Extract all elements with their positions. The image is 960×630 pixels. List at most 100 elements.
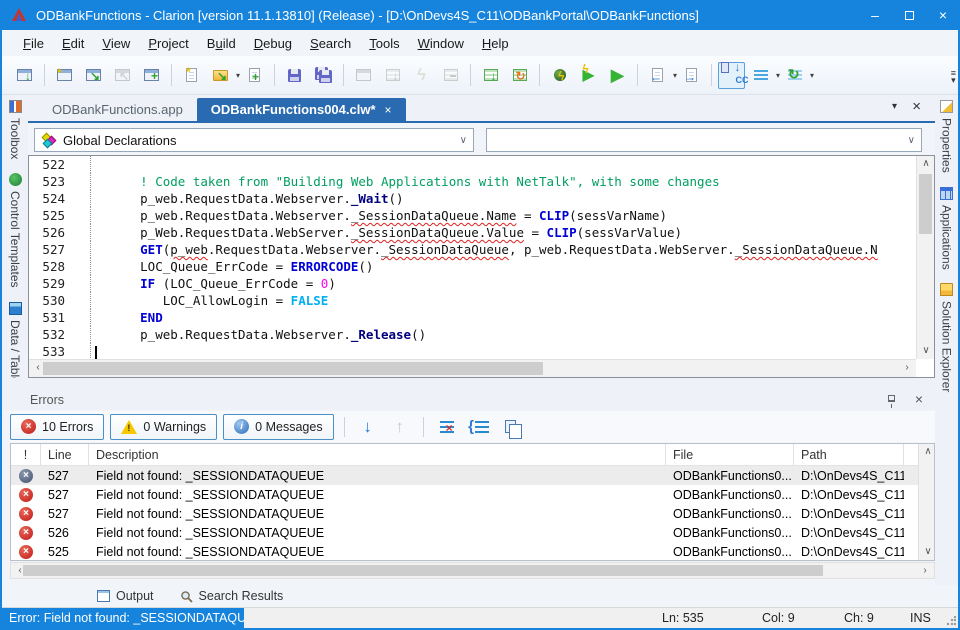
dropdown-caret-icon[interactable]: ▾ — [776, 71, 780, 80]
code-line[interactable]: 526 p_Web.RequestData.WebServer._Session… — [29, 224, 916, 241]
build-and-run-button[interactable]: ▶ϟ — [575, 62, 602, 89]
scroll-thumb[interactable] — [43, 362, 543, 375]
new-file-button[interactable]: * — [178, 62, 205, 89]
next-error-button[interactable]: ↓ — [355, 414, 381, 440]
menu-tools[interactable]: Tools — [360, 32, 408, 55]
redo-generation-button[interactable]: ↻ — [781, 62, 808, 89]
minimize-button[interactable]: – — [858, 0, 892, 30]
menu-project[interactable]: Project — [139, 32, 197, 55]
code-line[interactable]: 533 — [29, 343, 916, 359]
dock-tab-solution-explorer[interactable]: Solution Explorer — [940, 283, 954, 392]
code-completion-button[interactable]: CC↓ — [718, 62, 745, 89]
error-row[interactable]: ×527Field not found: _SESSIONDATAQUEUEOD… — [11, 485, 934, 504]
code-line[interactable]: 529 IF (LOC_Queue_ErrCode = 0) — [29, 275, 916, 292]
menu-window[interactable]: Window — [409, 32, 473, 55]
debug-button[interactable]: ϟ — [546, 62, 573, 89]
generate-current-button[interactable]: ↓ — [379, 62, 406, 89]
generate-all-button[interactable]: ↓ — [477, 62, 504, 89]
code-line[interactable]: 523 ! Code taken from "Building Web Appl… — [29, 173, 916, 190]
dock-tab-toolbox[interactable]: Toolbox — [8, 100, 22, 159]
clear-list-button[interactable]: × — [434, 414, 460, 440]
new-app-button[interactable]: * — [51, 62, 78, 89]
column-header-line[interactable]: Line — [41, 444, 89, 465]
doc-tab-0[interactable]: ODBankFunctions.app — [38, 98, 197, 121]
error-row[interactable]: ×527Field not found: _SESSIONDATAQUEUEOD… — [11, 466, 934, 485]
save-button[interactable] — [281, 62, 308, 89]
menu-search[interactable]: Search — [301, 32, 360, 55]
code-area[interactable]: 522523 ! Code taken from "Building Web A… — [29, 156, 916, 359]
code-line[interactable]: 532 p_web.RequestData.Webserver._Release… — [29, 326, 916, 343]
column-header-description[interactable]: Description — [89, 444, 666, 465]
panel-splitter[interactable] — [2, 378, 935, 390]
dock-tab-applications[interactable]: Applications — [940, 187, 954, 270]
errors-panel-close-icon[interactable]: × — [915, 391, 923, 407]
table-vertical-scrollbar[interactable]: ∧ ∨ — [918, 444, 934, 560]
resize-grip[interactable] — [946, 616, 956, 626]
scope-combobox[interactable]: Global Declarations ∨ — [34, 128, 474, 152]
next-document-button[interactable]: → — [678, 62, 705, 89]
copy-button[interactable] — [498, 414, 524, 440]
dock-tab-properties[interactable]: Properties — [940, 100, 954, 173]
previous-error-button[interactable]: ↑ — [387, 414, 413, 440]
build-current-button[interactable]: ϟ — [408, 62, 435, 89]
bottom-tab-search-results[interactable]: Search Results — [180, 589, 284, 603]
menu-file[interactable]: File — [14, 32, 53, 55]
tab-bar-close-icon[interactable]: × — [912, 98, 921, 115]
open-file-button[interactable]: ↘ — [207, 62, 234, 89]
generate-app-button[interactable]: ↓ — [11, 62, 38, 89]
code-line[interactable]: 528 LOC_Queue_ErrCode = ERRORCODE() — [29, 258, 916, 275]
dropdown-caret-icon[interactable]: ▾ — [236, 71, 240, 80]
scroll-up-icon[interactable]: ∧ — [919, 444, 937, 460]
menu-edit[interactable]: Edit — [53, 32, 93, 55]
menu-view[interactable]: View — [93, 32, 139, 55]
remove-generated-button[interactable]: − — [437, 62, 464, 89]
editor-vertical-scrollbar[interactable]: ∧ ∨ — [916, 156, 934, 359]
open-app-button[interactable]: ↘ — [80, 62, 107, 89]
format-code-button[interactable] — [747, 62, 774, 89]
menu-build[interactable]: Build — [198, 32, 245, 55]
code-line[interactable]: 531 END — [29, 309, 916, 326]
tab-close-icon[interactable]: × — [385, 103, 392, 117]
dock-tab-data-tables[interactable]: Data / Tables — [8, 302, 22, 390]
pin-icon[interactable] — [888, 395, 895, 402]
member-combobox[interactable]: ∨ — [486, 128, 922, 152]
warnings-filter-button[interactable]: !0 Warnings — [110, 414, 217, 440]
show-error-list-button[interactable]: { — [466, 414, 492, 440]
messages-filter-button[interactable]: i0 Messages — [223, 414, 333, 440]
code-line[interactable]: 524 p_web.RequestData.Webserver._Wait() — [29, 190, 916, 207]
dropdown-caret-icon[interactable]: ▾ — [673, 71, 677, 80]
scroll-right-icon[interactable]: › — [916, 563, 934, 579]
column-header-file[interactable]: File — [666, 444, 794, 465]
scroll-down-icon[interactable]: ∨ — [919, 544, 937, 560]
dropdown-caret-icon[interactable]: ▾ — [810, 71, 814, 80]
column-header-![interactable]: ! — [11, 444, 41, 465]
scroll-up-icon[interactable]: ∧ — [917, 156, 935, 172]
generate-and-sync-button[interactable]: ↻ — [506, 62, 533, 89]
code-line[interactable]: 530 LOC_AllowLogin = FALSE — [29, 292, 916, 309]
add-app-button[interactable]: + — [138, 62, 165, 89]
scroll-right-icon[interactable]: › — [898, 360, 916, 376]
code-editor[interactable]: 522523 ! Code taken from "Building Web A… — [28, 155, 935, 378]
code-line[interactable]: 527 GET(p_web.RequestData.Webserver._Ses… — [29, 241, 916, 258]
dock-tab-control-templates[interactable]: Control Templates — [8, 173, 22, 288]
previous-document-button[interactable]: ← — [644, 62, 671, 89]
maximize-button[interactable] — [892, 0, 926, 30]
run-button[interactable]: ▶ — [604, 62, 631, 89]
bottom-tab-output[interactable]: Output — [97, 589, 154, 603]
code-line[interactable]: 522 — [29, 156, 916, 173]
menu-help[interactable]: Help — [473, 32, 518, 55]
close-button[interactable]: × — [926, 0, 960, 30]
save-all-button[interactable] — [310, 62, 337, 89]
scroll-thumb[interactable] — [23, 565, 823, 576]
error-row[interactable]: ×527Field not found: _SESSIONDATAQUEUEOD… — [11, 504, 934, 523]
add-file-button[interactable]: + — [241, 62, 268, 89]
export-app-button[interactable]: ↖ — [109, 62, 136, 89]
edit-window-button[interactable] — [350, 62, 377, 89]
toolbar-overflow-button[interactable]: ≡▾ — [951, 70, 956, 84]
table-horizontal-scrollbar[interactable]: ‹ › — [10, 562, 935, 579]
doc-tab-1[interactable]: ODBankFunctions004.clw*× — [197, 98, 406, 121]
errors-filter-button[interactable]: ×10 Errors — [10, 414, 104, 440]
column-header-path[interactable]: Path — [794, 444, 904, 465]
code-line[interactable]: 525 p_web.RequestData.Webserver._Session… — [29, 207, 916, 224]
scroll-thumb[interactable] — [919, 174, 932, 234]
